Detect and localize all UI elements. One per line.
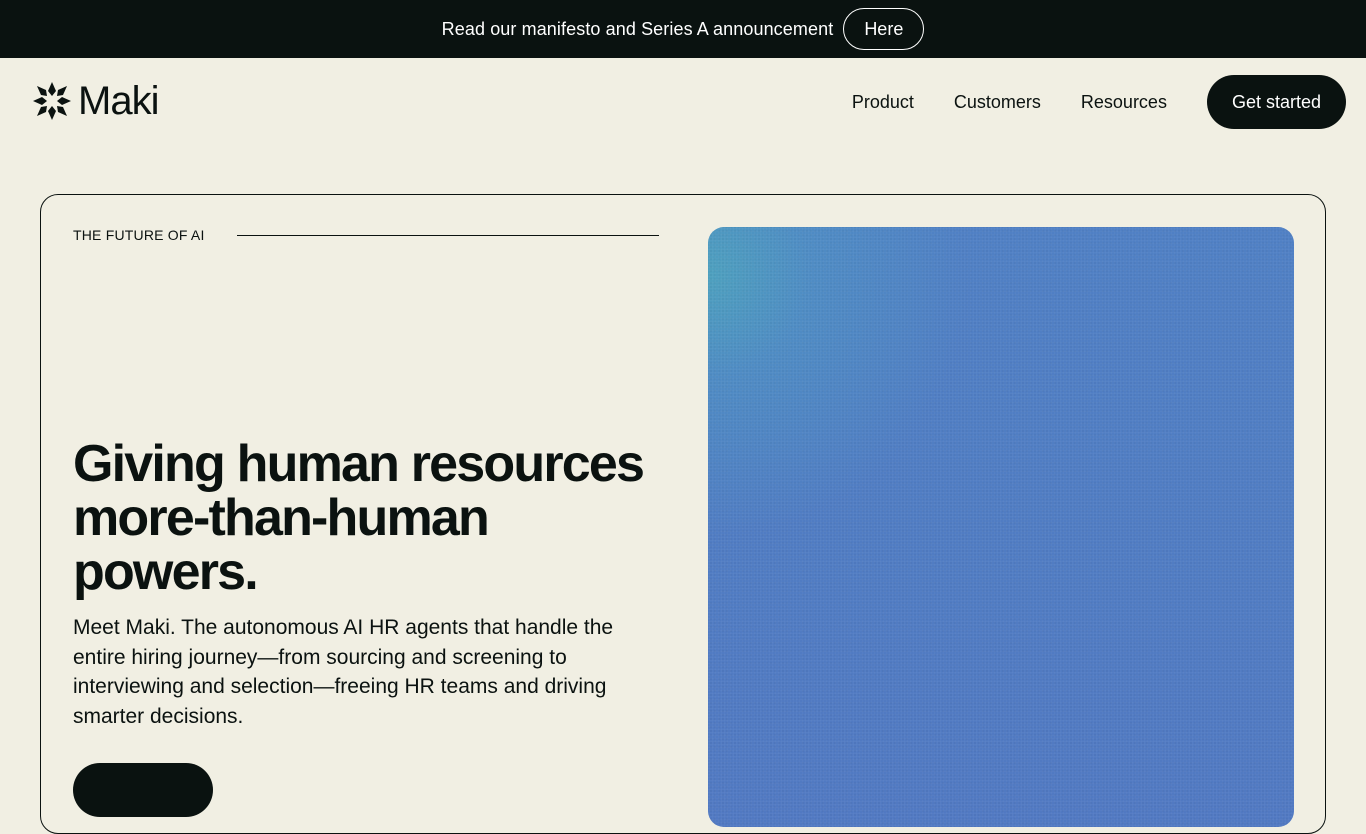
nav-resources[interactable]: Resources — [1081, 92, 1167, 113]
hero-gradient-visual — [708, 227, 1294, 827]
nav-product[interactable]: Product — [852, 92, 914, 113]
main-nav: Product Customers Resources Get started — [852, 75, 1346, 129]
eyebrow-row: THE FUTURE OF AI — [73, 227, 659, 243]
announcement-bar: Read our manifesto and Series A announce… — [0, 0, 1366, 58]
site-header: Maki Product Customers Resources Get sta… — [0, 58, 1366, 146]
maki-star-logo-icon — [33, 82, 71, 120]
eyebrow-label: THE FUTURE OF AI — [73, 227, 205, 243]
hero-card: THE FUTURE OF AI Giving human resources … — [40, 194, 1326, 834]
announcement-here-button[interactable]: Here — [843, 8, 925, 50]
eyebrow-divider — [236, 234, 659, 236]
hero-primary-button[interactable] — [73, 763, 213, 817]
get-started-button[interactable]: Get started — [1206, 75, 1346, 129]
logo-link[interactable]: Maki — [32, 79, 159, 123]
hero-headline: Giving human resources more-than-human p… — [73, 435, 645, 601]
logo-wordmark: Maki — [78, 79, 159, 123]
announcement-text: Read our manifesto and Series A announce… — [441, 18, 834, 39]
hero-subcopy: Meet Maki. The autonomous AI HR agents t… — [73, 616, 614, 728]
nav-customers[interactable]: Customers — [954, 92, 1041, 113]
